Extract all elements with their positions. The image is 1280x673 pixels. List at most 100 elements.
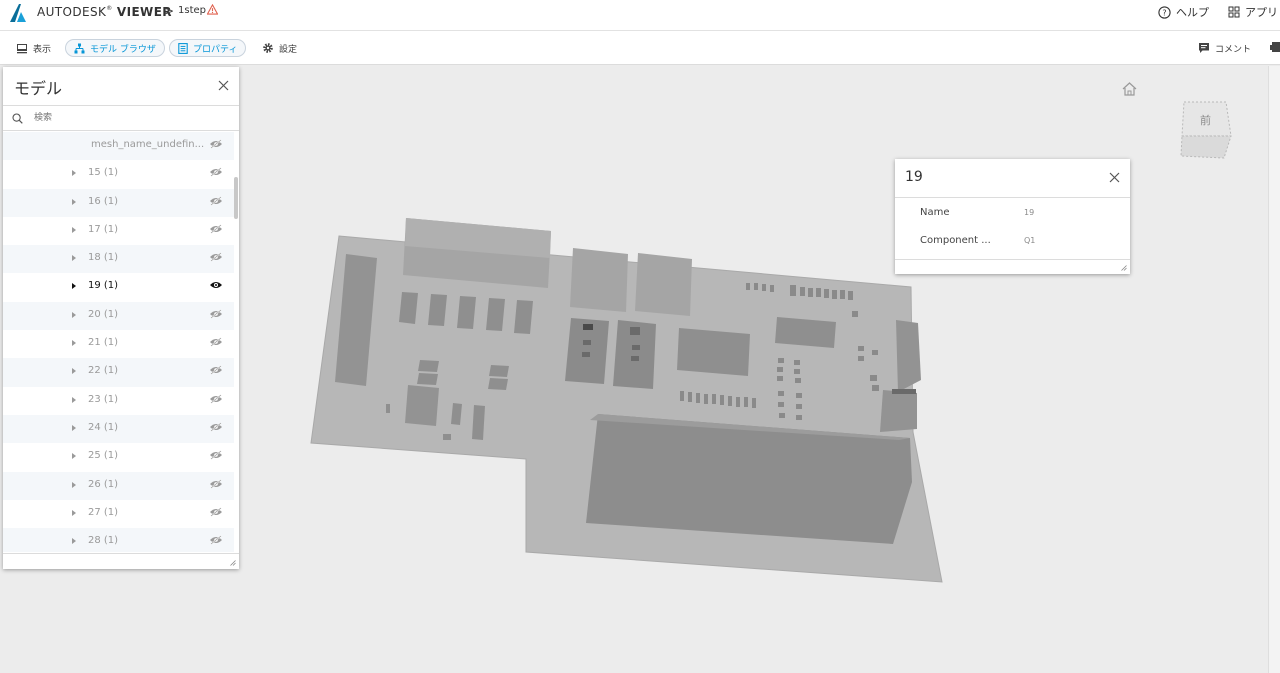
help-icon: ? [1158,5,1171,19]
expand-caret-icon[interactable] [72,538,76,545]
hierarchy-icon [74,43,85,53]
warning-icon[interactable] [207,4,218,15]
model-browser-label: モデル ブラウザ [90,44,156,55]
tree-row[interactable]: 28 (1) [3,528,234,552]
expand-caret-icon[interactable] [72,226,76,233]
property-value: 19 [1024,208,1035,217]
right-scroll-strip [1268,66,1280,673]
tree-row[interactable]: 20 (1) [3,301,234,331]
expand-caret-icon[interactable] [72,198,76,205]
tree-row[interactable]: 23 (1) [3,387,234,415]
model-search-input[interactable] [34,110,224,126]
model-browser-button[interactable]: モデル ブラウザ [65,39,165,57]
breadcrumb-file-name[interactable]: 1step [178,5,206,16]
tree-row[interactable]: 27 (1) [3,500,234,528]
eye-hidden-icon[interactable] [209,252,223,262]
apps-grid-icon [1228,6,1240,18]
help-label: ヘルプ [1176,6,1209,19]
settings-button[interactable]: 設定 [254,39,305,57]
properties-list: Name 19 Component ... Q1 [895,197,1130,254]
tree-row[interactable]: 24 (1) [3,414,234,444]
tree-row[interactable]: 18 (1) [3,245,234,274]
expand-caret-icon[interactable] [72,311,76,318]
tree-row[interactable]: 22 (1) [3,358,234,387]
view-button[interactable]: 表示 [8,39,59,57]
expand-caret-icon[interactable] [72,396,76,403]
eye-hidden-icon[interactable] [209,478,223,489]
expand-caret-icon[interactable] [72,283,76,290]
tree-row[interactable]: 19 (1) [3,273,234,301]
property-key: Name [920,207,950,218]
expand-caret-icon[interactable] [72,453,76,460]
close-icon[interactable] [218,80,229,91]
tree-row[interactable]: 26 (1) [3,471,234,500]
property-key: Component ... [920,235,991,246]
tree-row[interactable]: 15 (1) [3,160,234,188]
close-icon[interactable] [1109,172,1120,183]
properties-sheet-icon [178,42,188,54]
model-browser-panel: モデル mesh_name_undefin... 15 (1) 16 (1) 17 (… [3,67,239,569]
tree-row-label: 23 (1) [88,393,119,405]
model-panel-title: モデル [14,79,63,98]
tree-row-label: 20 (1) [88,308,119,320]
tree-row[interactable]: 25 (1) [3,443,234,471]
comment-icon [1199,43,1209,53]
app-brand: AUTODESK® VIEWER [37,5,172,19]
print-icon[interactable] [1270,41,1280,53]
help-button[interactable]: ? ヘルプ [1158,4,1209,20]
expand-caret-icon[interactable] [72,170,76,177]
app-header: AUTODESK® VIEWER > 1step ? ヘルプ アプリ [0,0,1280,31]
expand-caret-icon[interactable] [72,340,76,347]
gear-icon [263,43,273,53]
breadcrumb-chevron-icon: > [164,4,175,18]
eye-hidden-icon[interactable] [209,224,223,234]
tree-row-label: 19 (1) [88,280,119,292]
comments-label: コメント [1215,44,1252,55]
expand-caret-icon[interactable] [72,255,76,262]
tree-row-label: 17 (1) [88,223,119,235]
eye-hidden-icon[interactable] [209,167,223,177]
tree-row-label: mesh_name_undefin... [91,139,205,150]
comments-button[interactable]: コメント [1190,39,1259,57]
tree-row-label: 25 (1) [88,450,119,462]
tree-row[interactable]: mesh_name_undefin... [3,132,234,161]
eye-hidden-icon[interactable] [209,507,223,517]
model-panel-footer [3,553,239,569]
tree-row-label: 27 (1) [88,506,119,518]
resize-grip-icon[interactable] [1121,265,1127,271]
eye-hidden-icon[interactable] [209,195,223,206]
eye-hidden-icon[interactable] [209,139,223,149]
expand-caret-icon[interactable] [72,509,76,516]
tree-row[interactable]: 21 (1) [3,330,234,358]
tree-row[interactable]: 16 (1) [3,188,234,217]
autodesk-logo-icon[interactable] [8,3,28,23]
tree-row-label: 22 (1) [88,365,119,377]
property-row: Component ... Q1 [895,226,1130,254]
viewcube-front-label[interactable]: 前 [1200,112,1211,128]
eye-hidden-icon[interactable] [209,365,223,375]
apps-button[interactable]: アプリ [1228,4,1278,20]
tree-row-label: 24 (1) [88,421,119,433]
viewcube[interactable]: 前 [1176,96,1236,162]
properties-panel-title: 19 [905,169,923,185]
eye-hidden-icon[interactable] [209,450,223,460]
eye-hidden-icon[interactable] [209,337,223,347]
eye-hidden-icon[interactable] [209,309,223,319]
expand-caret-icon[interactable] [72,368,76,375]
home-icon[interactable] [1121,81,1138,97]
resize-grip-icon[interactable] [230,560,236,566]
tree-row[interactable]: 17 (1) [3,217,234,245]
eye-hidden-icon[interactable] [209,535,223,545]
eye-hidden-icon[interactable] [209,422,223,432]
expand-caret-icon[interactable] [72,481,76,488]
eye-icon[interactable] [209,280,223,290]
tree-row-label: 28 (1) [88,535,119,547]
model-tree-list[interactable]: mesh_name_undefin... 15 (1) 16 (1) 17 (1) 18… [3,132,234,552]
property-value: Q1 [1024,236,1036,245]
expand-caret-icon[interactable] [72,424,76,431]
properties-button[interactable]: プロパティ [169,39,247,57]
eye-hidden-icon[interactable] [209,394,223,404]
tree-row-label: 16 (1) [88,195,119,207]
properties-panel-footer [895,259,1130,274]
model-tree-scrollbar[interactable] [234,177,238,219]
